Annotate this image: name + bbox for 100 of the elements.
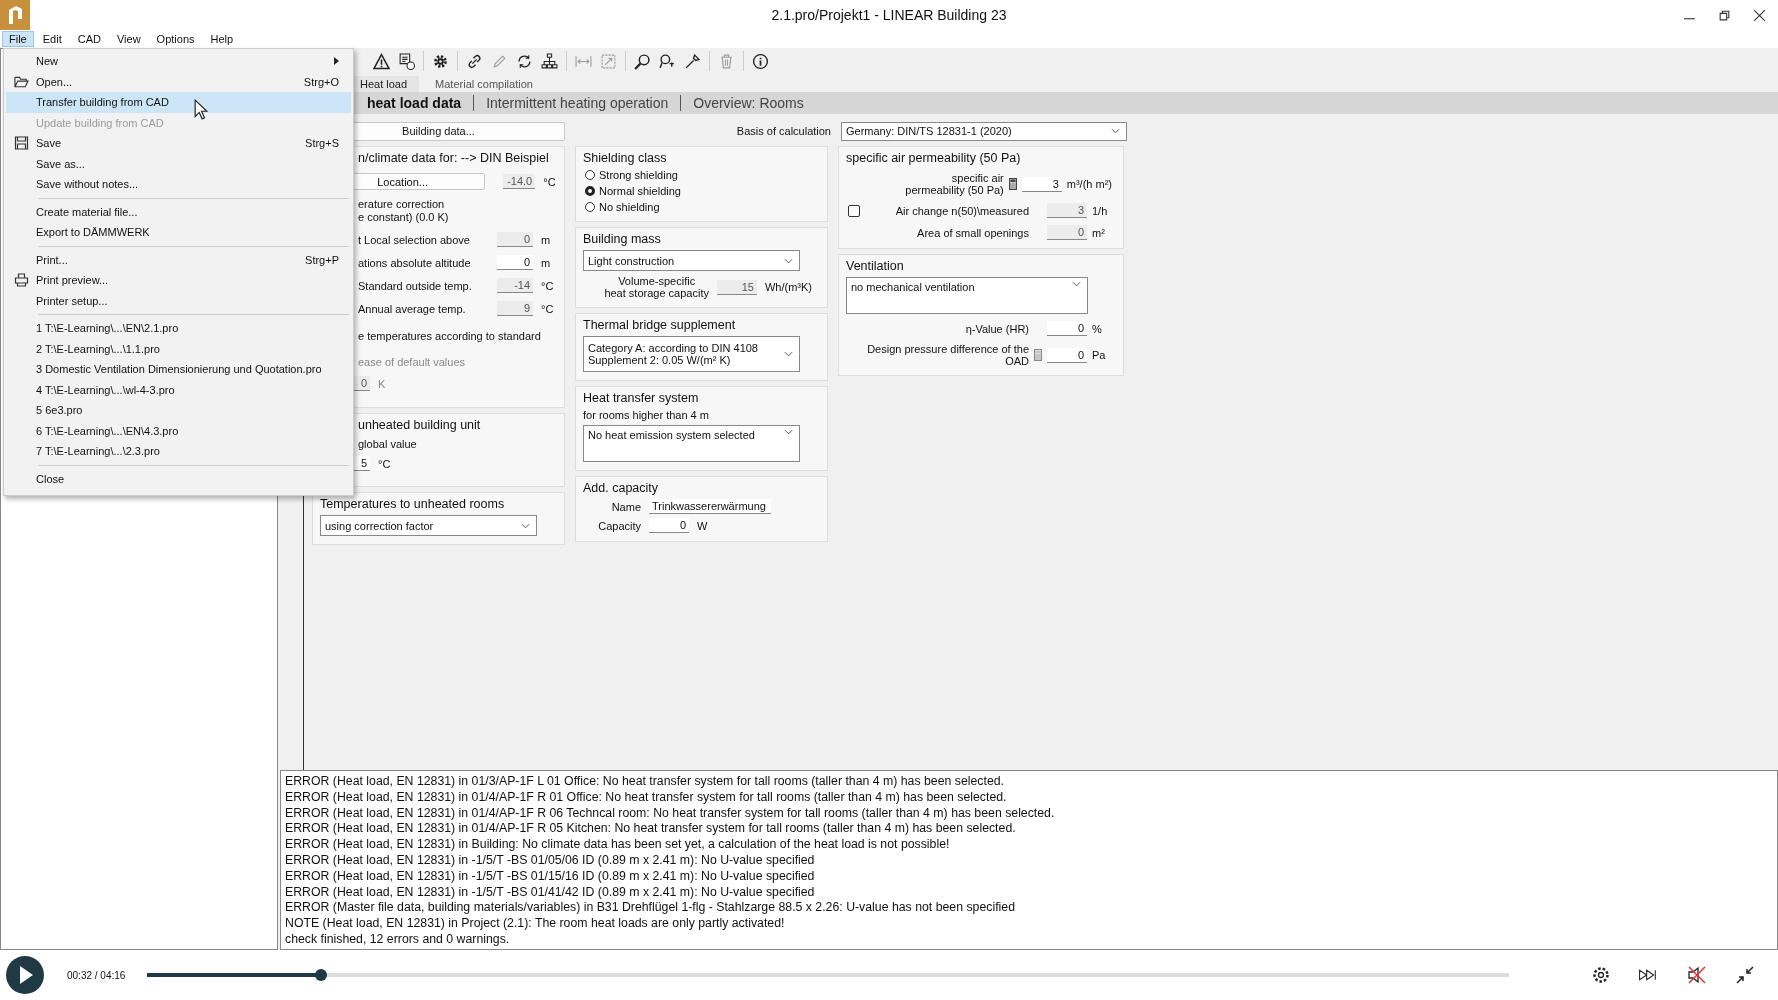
input-field[interactable]: 0	[497, 255, 534, 270]
menu-item[interactable]: Open... Strg+O	[6, 71, 351, 92]
menu-item[interactable]: Create material file...	[6, 201, 351, 222]
panel-title: Ventilation	[846, 259, 904, 273]
menu-item[interactable]: Edit	[35, 31, 69, 47]
radio-label: Normal shielding	[599, 185, 681, 197]
field-label: Volume-specific heat storage capacity	[604, 275, 709, 299]
option-label: global value	[358, 438, 417, 450]
unit-label: m	[541, 233, 552, 246]
log-line: ERROR (Heat load, EN 12831) in 01/3/AP-1F L 01 Office: No heat transfer system for tall rooms (taller than 4 m) has been selected.	[285, 774, 1004, 790]
unit-label: °C	[378, 457, 392, 470]
progress-thumb[interactable]	[315, 969, 328, 981]
restore-icon[interactable]	[1718, 8, 1731, 22]
menu-item[interactable]: 2 T:\E-Learning\...\1.1.pro	[6, 338, 351, 359]
mouse-cursor-icon	[194, 99, 208, 120]
field-label: Area of small openings	[917, 226, 1029, 239]
field-label: Annual average temp.	[358, 302, 467, 315]
warning-icon[interactable]	[373, 52, 390, 70]
link-icon[interactable]	[466, 52, 483, 70]
unit-label: °C	[541, 302, 555, 315]
option-label: ease of default values	[358, 356, 466, 368]
unit-label: W	[697, 519, 709, 532]
close-icon[interactable]	[1753, 8, 1766, 22]
radio-button[interactable]	[585, 202, 595, 212]
window-title: 2.1.pro/Projekt1 - LINEAR Building 23	[771, 7, 1007, 23]
menu-item[interactable]: Print... Strg+P	[6, 249, 351, 270]
field-label: Name	[610, 500, 641, 513]
dropdown[interactable]: Category A: according to DIN 4108 Supplement 2: 0.05 W/(m² K)	[583, 336, 800, 372]
menu-item[interactable]: Close	[6, 468, 351, 489]
field-label: Standard outside temp.	[358, 279, 473, 292]
menu-item[interactable]: Export to DÄMMWERK	[6, 222, 351, 243]
menu-item[interactable]: Save as...	[6, 153, 351, 174]
document-icon[interactable]	[398, 52, 415, 70]
menu-item[interactable]: Printer setup...	[6, 290, 351, 311]
log-line: ERROR (Heat load, EN 12831) in -1/5/T -BS 01/05/06 ID (0.89 m x 2.41 m): No U-value specified	[285, 853, 815, 869]
option-label: e temperatures according to standard	[358, 330, 541, 342]
dropdown[interactable]: no mechanical ventilation	[846, 277, 1088, 314]
refresh-icon[interactable]	[516, 52, 533, 70]
radio-label: Strong shielding	[599, 169, 678, 181]
unit-label: Wh/(m³K)	[764, 281, 812, 293]
menu-item[interactable]: 3 Domestic Ventilation Dimensionierung und Quotation.pro	[6, 359, 351, 380]
field-label: Capacity	[597, 519, 641, 532]
tab[interactable]: Material compilation	[423, 76, 545, 92]
unit-label: m	[541, 256, 552, 269]
menu-item[interactable]: 1 T:\E-Learning\...\EN\2.1.pro	[6, 318, 351, 339]
menu-item[interactable]: 6 T:\E-Learning\...\EN\4.3.pro	[6, 420, 351, 441]
settings-icon[interactable]	[1590, 965, 1612, 985]
tab[interactable]: Intermittent heating operation	[473, 95, 681, 111]
panel-title: unheated building unit	[358, 418, 481, 432]
chevron-down-icon	[1072, 281, 1081, 287]
dropdown[interactable]: Light construction	[583, 250, 800, 271]
settings-icon[interactable]	[432, 52, 449, 70]
tab[interactable]: Overview: Rooms	[680, 95, 816, 111]
dropdown[interactable]: No heat emission system selected	[583, 425, 800, 462]
input-field[interactable]: 0	[1047, 347, 1087, 363]
log-line: NOTE (Heat load, EN 12831) in Project (2.1): The room heat loads are only partly activated!	[285, 916, 785, 932]
input-field[interactable]: 0	[649, 518, 689, 533]
radio-button[interactable]	[585, 170, 595, 180]
log-line: ERROR (Master file data, building materials/variables) in B31 Drehflügel 1-flg - Stahlzarge 88.5 x 2.26: U-value has not been specified	[285, 900, 1015, 917]
menu-item[interactable]: New	[6, 51, 351, 72]
log-line: ERROR (Heat load, EN 12831) in -1/5/T -BS 01/15/16 ID (0.89 m x 2.41 m): No U-value specified	[285, 868, 815, 885]
log-line: check finished, 12 errors and 0 warnings.	[285, 931, 510, 948]
info-icon[interactable]	[752, 52, 769, 70]
unit-label: °C	[543, 175, 557, 188]
play-icon[interactable]	[5, 955, 45, 995]
menu-item[interactable]: 4 T:\E-Learning\...\wl-4-3.pro	[6, 379, 351, 400]
menu-item[interactable]: View	[109, 31, 148, 47]
calculator-icon[interactable]	[1008, 178, 1017, 190]
field-label: η-Value (HR)	[965, 322, 1029, 335]
input-field[interactable]: Trinkwassererwärmung	[649, 499, 771, 514]
menu-item[interactable]: Options	[149, 31, 202, 47]
muted-speaker-icon[interactable]	[1686, 965, 1708, 985]
hierarchy-icon[interactable]	[541, 52, 558, 70]
tab[interactable]: heat load data	[355, 95, 474, 111]
menu-item[interactable]: File	[2, 31, 34, 47]
search-icon[interactable]	[634, 52, 651, 70]
dropdown[interactable]: using correction factor	[320, 515, 537, 536]
chevron-down-icon	[784, 429, 793, 435]
panel-title: Heat transfer system	[583, 391, 699, 405]
panel-title: Add. capacity	[583, 481, 659, 495]
unit-label: 1/h	[1092, 204, 1109, 217]
log-line: ERROR (Heat load, EN 12831) in -1/5/T -BS 01/41/42 ID (0.89 m x 2.41 m): No U-value specified	[285, 884, 815, 901]
unit-label: °C	[541, 279, 555, 292]
input-field[interactable]: 0	[1047, 321, 1087, 336]
input-field[interactable]: 3	[1021, 176, 1062, 192]
search-person-icon[interactable]	[659, 52, 676, 70]
dropdown[interactable]: Germany: DIN/TS 12831-1 (2020)	[841, 121, 1127, 141]
pipette-icon[interactable]	[684, 52, 701, 70]
video-time: 00:32 / 04:16	[67, 969, 127, 981]
menu-item[interactable]: CAD	[70, 31, 108, 47]
radio-button[interactable]	[585, 186, 595, 196]
collapse-icon[interactable]	[1734, 965, 1756, 985]
field-label: Basis of calculation	[736, 125, 831, 137]
menu-item[interactable]: Print preview...	[6, 270, 351, 291]
menu-item[interactable]: Transfer building from CAD	[6, 92, 351, 113]
field-label: Air change n(50)\measured	[895, 204, 1029, 217]
menu-item[interactable]: 7 T:\E-Learning\...\2.3.pro	[6, 441, 351, 462]
radio-label: No shielding	[599, 201, 660, 213]
menu-item[interactable]: Help	[203, 31, 241, 47]
menu-item[interactable]: 5 6e3.pro	[6, 400, 351, 421]
